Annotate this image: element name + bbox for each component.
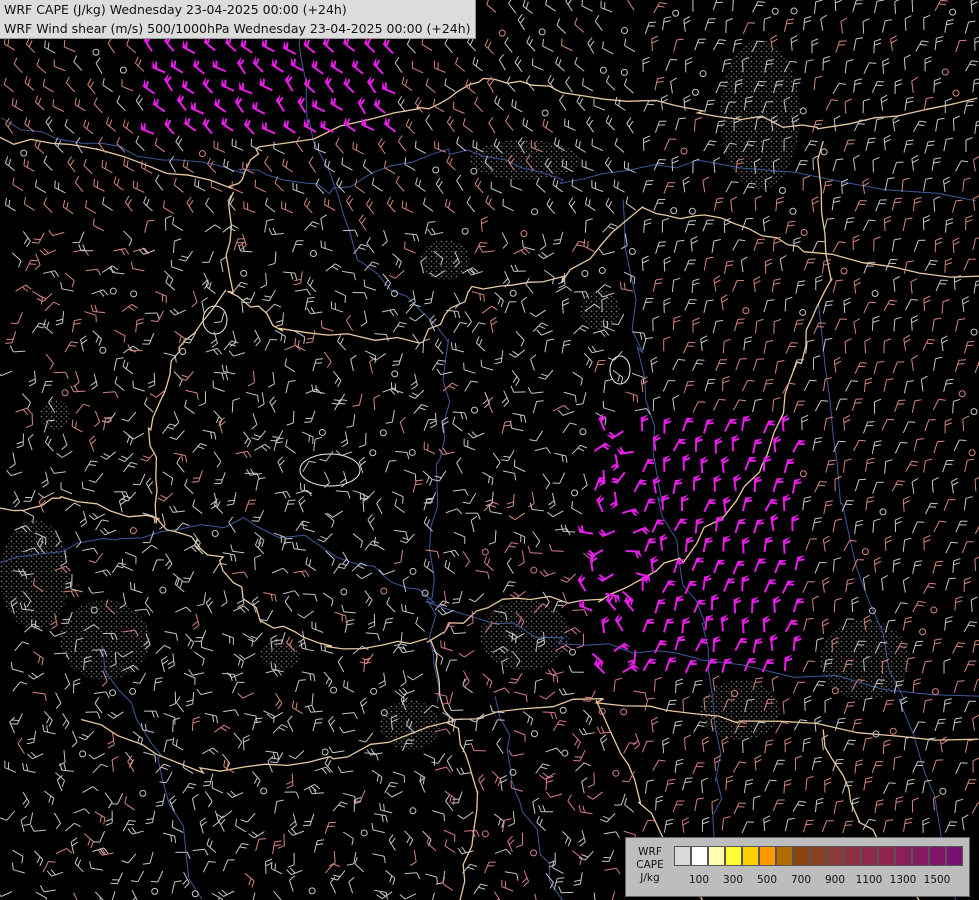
legend-tick-label: 1100 [855,874,883,886]
legend-tick-label: 500 [756,874,778,886]
cape-stipple-area [0,520,70,630]
legend-swatch [725,846,742,866]
legend-swatch [691,846,708,866]
legend-swatch [776,846,793,866]
map-title: WRF CAPE (J/kg) Wednesday 23-04-2025 00:… [0,0,476,39]
legend-swatch [759,846,776,866]
legend-ticks: 100 300 500 700 900 1100 1300 1500 [674,874,969,888]
legend-tick-label: 1300 [889,874,917,886]
legend-swatch [810,846,827,866]
legend-tick-label: 100 [688,874,710,886]
legend-swatch [827,846,844,866]
legend-tick-label: 700 [790,874,812,886]
legend-swatch [878,846,895,866]
cape-stipple-area [420,240,470,280]
legend-swatch [742,846,759,866]
title-line-shear: WRF Wind shear (m/s) 500/1000hPa Wednesd… [4,21,471,36]
legend-swatch [929,846,946,866]
cape-legend: WRF CAPE J/kg 100 300 500 700 900 1100 1300 150… [625,837,970,897]
legend-swatch [861,846,878,866]
weather-map [0,0,979,900]
legend-swatch [708,846,725,866]
legend-swatch [793,846,810,866]
legend-swatch [895,846,912,866]
legend-swatch [844,846,861,866]
cape-stipple-area [700,680,780,740]
legend-tick-label: 900 [824,874,846,886]
cape-stipple-area [40,400,70,430]
title-line-cape: WRF CAPE (J/kg) Wednesday 23-04-2025 00:… [4,2,347,17]
legend-swatch [912,846,929,866]
cape-stipple-area [260,640,300,670]
legend-swatch [674,846,691,866]
legend-swatch [946,846,963,866]
cape-stipple-area [480,600,570,670]
legend-swatches [674,846,963,866]
cape-stipple-area [720,40,800,190]
legend-tick-label: 1500 [923,874,951,886]
legend-tick-label: 300 [722,874,744,886]
legend-label: WRF CAPE J/kg [636,846,664,884]
